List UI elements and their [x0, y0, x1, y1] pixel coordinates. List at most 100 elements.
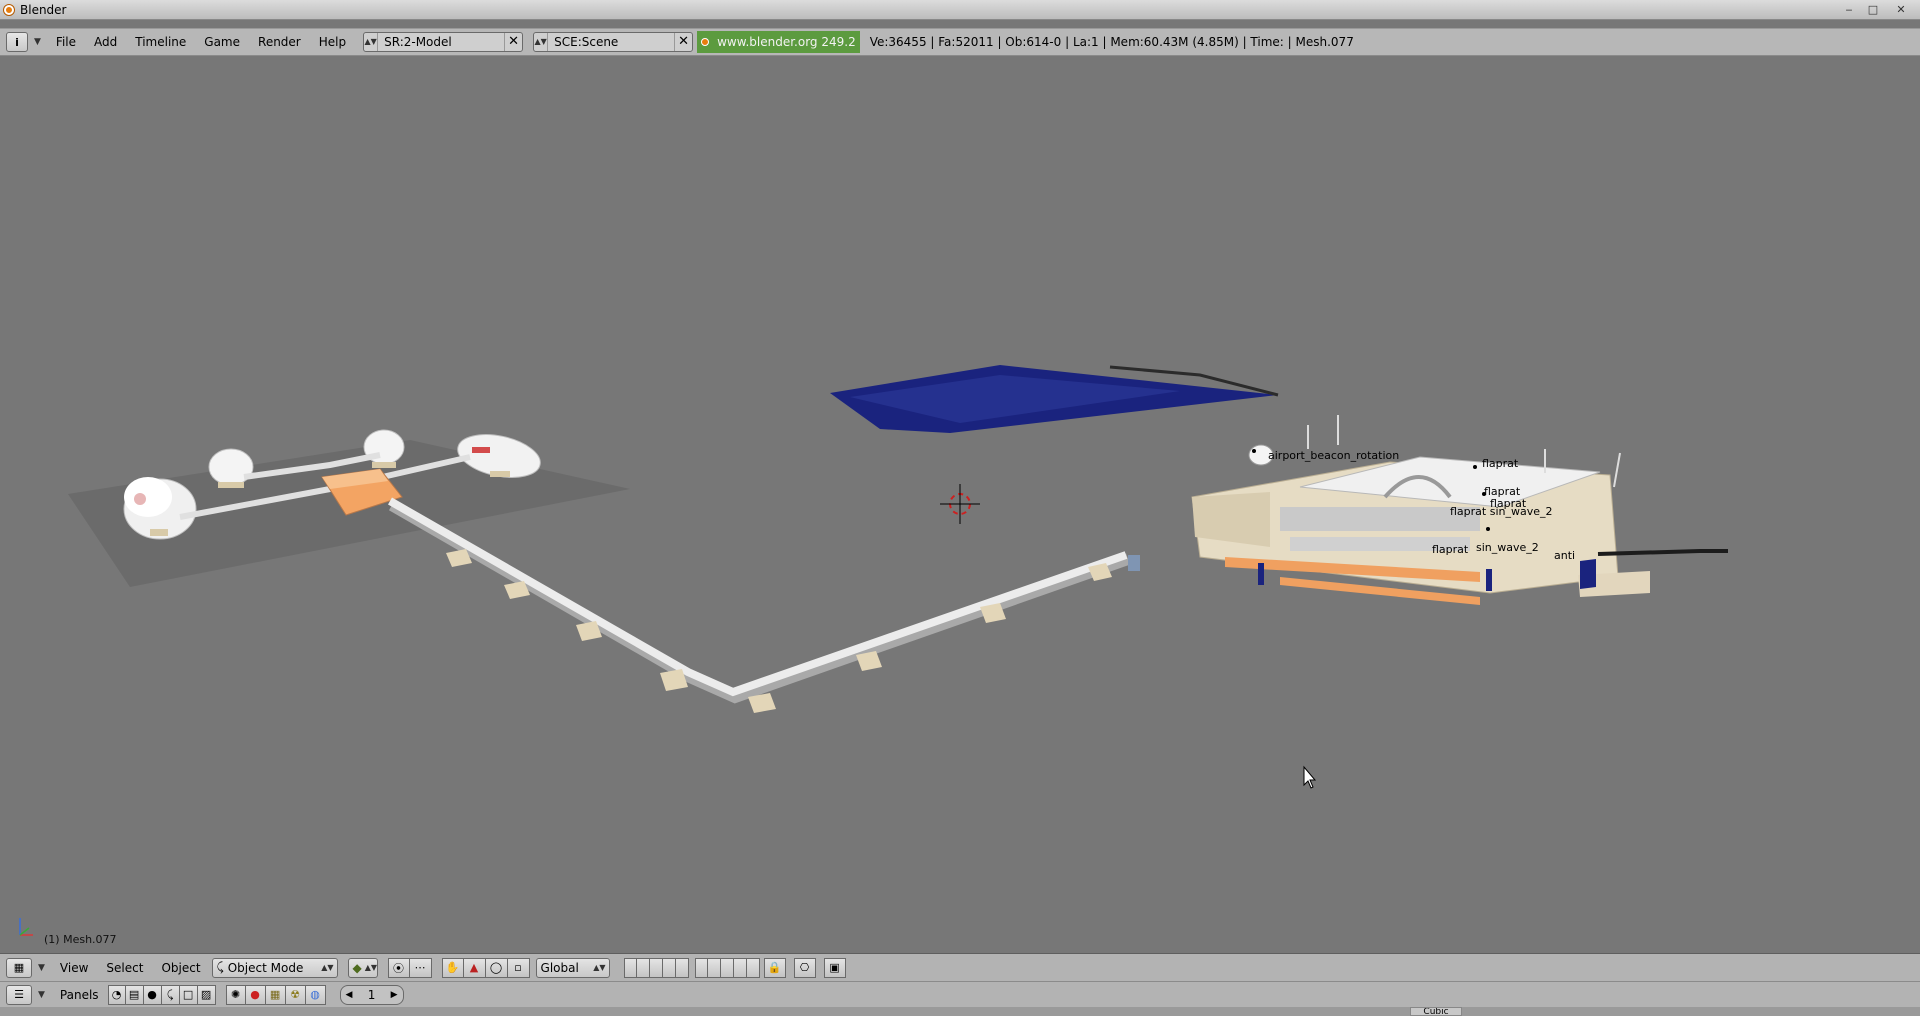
camera-icon: ⎔	[799, 961, 810, 974]
3d-viewport[interactable]: airport_beacon_rotation flaprat flaprat …	[0, 57, 1920, 953]
pipeline-shadow	[389, 499, 1130, 704]
translate-manipulator[interactable]: ▲	[463, 957, 486, 978]
editor-type-button[interactable]: ▦	[6, 957, 32, 978]
scene-name[interactable]: SCE:Scene	[548, 35, 674, 49]
lock-layers-button[interactable]: 🔒	[763, 957, 786, 978]
mouse-cursor-icon	[1303, 765, 1317, 789]
layer-button[interactable]	[623, 957, 637, 978]
menu-object[interactable]: Object	[152, 961, 209, 975]
tank-left-mark	[134, 493, 146, 505]
label-flaprat-sin: flaprat sin_wave_2	[1450, 505, 1553, 518]
tank-foot	[218, 482, 244, 488]
layer-button[interactable]	[649, 957, 663, 978]
layer-button[interactable]	[720, 957, 734, 978]
pipeline-end	[1128, 555, 1140, 571]
menu-game[interactable]: Game	[195, 35, 249, 49]
blender-website-link[interactable]: www.blender.org 249.2	[697, 31, 860, 53]
window-type-button[interactable]: i	[6, 32, 28, 52]
blender-logo-icon	[701, 38, 710, 46]
scene-icon: ▨	[200, 988, 212, 1001]
opengl-render-button[interactable]: ⎔	[793, 957, 816, 978]
script-context-button[interactable]: ▤	[125, 984, 144, 1005]
world-subcontext-button[interactable]: ◍	[305, 984, 326, 1005]
manipulator-toggle[interactable]: ✋	[441, 957, 464, 978]
menu-render[interactable]: Render	[249, 35, 310, 49]
chevron-left-icon[interactable]: ◀	[346, 990, 353, 1000]
texture-subcontext-button[interactable]: ▦	[265, 984, 286, 1005]
label-beacon: airport_beacon_rotation	[1268, 449, 1400, 462]
layer-button[interactable]	[675, 957, 689, 978]
tank-foot	[372, 462, 396, 468]
screen-selector[interactable]: ▲▼ SR:2-Model ✕	[363, 32, 524, 52]
material-subcontext-button[interactable]: ●	[245, 984, 266, 1005]
texture-icon: ▦	[269, 988, 281, 1001]
menu-panels[interactable]: Panels	[51, 988, 108, 1002]
script-icon: ▤	[128, 988, 140, 1001]
pipeline	[388, 497, 1128, 697]
buttons-window-header: ☰ ▼ Panels ◔ ▤ ● ⤹ □ ▨ ✺ ● ▦ ☢ ◍ ◀ 1 ▶	[0, 981, 1920, 1007]
editor-type-button[interactable]: ☰	[6, 984, 32, 1005]
orientation-label: Global	[540, 960, 579, 975]
layer-button[interactable]	[707, 957, 721, 978]
object-context-button[interactable]: ⤹	[161, 984, 180, 1005]
monitor-icon: ▣	[829, 961, 840, 974]
editing-context-button[interactable]: □	[179, 984, 198, 1005]
menu-file[interactable]: File	[47, 35, 85, 49]
layer-button[interactable]	[636, 957, 650, 978]
delete-screen-button[interactable]: ✕	[504, 33, 522, 51]
draw-type-selector[interactable]: ◆ ▲▼	[347, 957, 378, 978]
header-collapse-icon[interactable]: ▼	[34, 37, 41, 47]
delete-scene-button[interactable]: ✕	[674, 33, 692, 51]
terminal-door	[1258, 563, 1264, 585]
layer-button[interactable]	[662, 957, 676, 978]
scale-manipulator[interactable]: ▫	[507, 957, 530, 978]
scene-stats: Ve:36455 | Fa:52011 | Ob:614-0 | La:1 | …	[869, 35, 1354, 49]
editing-icon: □	[182, 988, 194, 1001]
pivot-options-button[interactable]: ⋯	[409, 957, 432, 978]
scene-selector[interactable]: ▲▼ SCE:Scene ✕	[533, 32, 694, 52]
dots-icon: ⋯	[414, 961, 426, 974]
lamp-subcontext-button[interactable]: ✺	[225, 984, 246, 1005]
label-sin-wave: sin_wave_2	[1476, 541, 1539, 554]
tank-right-mark	[472, 447, 490, 453]
layer-button[interactable]	[746, 957, 760, 978]
object-mode-icon: ⤹	[216, 960, 224, 974]
orientation-selector[interactable]: Global ▲▼	[535, 957, 610, 978]
updown-arrows-icon: ▲▼	[321, 963, 334, 972]
mode-selector[interactable]: ⤹ Object Mode ▲▼	[211, 957, 338, 978]
chevron-right-icon[interactable]: ▶	[391, 990, 398, 1000]
version-label: www.blender.org 249.2	[717, 35, 856, 49]
tank-foot	[490, 471, 510, 477]
layer-button[interactable]	[733, 957, 747, 978]
interpolation-selector[interactable]: Cubic	[1410, 1007, 1462, 1016]
antenna	[1613, 452, 1621, 488]
menu-timeline[interactable]: Timeline	[126, 35, 195, 49]
menu-help[interactable]: Help	[310, 35, 355, 49]
layer-button[interactable]	[694, 957, 708, 978]
frame-number-field[interactable]: ◀ 1 ▶	[339, 984, 404, 1005]
pivot-button[interactable]: ⦿	[387, 957, 410, 978]
menu-view[interactable]: View	[51, 961, 97, 975]
menu-add[interactable]: Add	[85, 35, 126, 49]
updown-arrows-icon: ▲▼	[364, 33, 379, 51]
screen-name[interactable]: SR:2-Model	[378, 35, 504, 49]
menu-select[interactable]: Select	[97, 961, 152, 975]
radiosity-subcontext-button[interactable]: ☢	[285, 984, 306, 1005]
label-anti: anti	[1554, 549, 1576, 562]
close-button[interactable]: ✕	[1886, 2, 1916, 18]
logic-context-button[interactable]: ◔	[107, 984, 126, 1005]
scene-context-button[interactable]: ▨	[197, 984, 216, 1005]
minimize-button[interactable]: ‒	[1838, 2, 1860, 18]
active-object-info: (1) Mesh.077	[44, 933, 117, 946]
window-title: Blender	[20, 2, 67, 17]
rotate-manipulator[interactable]: ◯	[485, 957, 508, 978]
terminal-annex-blue	[1580, 559, 1596, 589]
radiosity-icon: ☢	[290, 988, 300, 1001]
logic-icon: ◔	[111, 988, 122, 1001]
shading-context-button[interactable]: ●	[143, 984, 162, 1005]
frame-number[interactable]: 1	[368, 988, 376, 1002]
maximize-button[interactable]: □	[1862, 2, 1884, 18]
render-preview-button[interactable]: ▣	[823, 957, 846, 978]
header-collapse-icon[interactable]: ▼	[38, 963, 45, 973]
header-collapse-icon[interactable]: ▼	[38, 990, 45, 1000]
